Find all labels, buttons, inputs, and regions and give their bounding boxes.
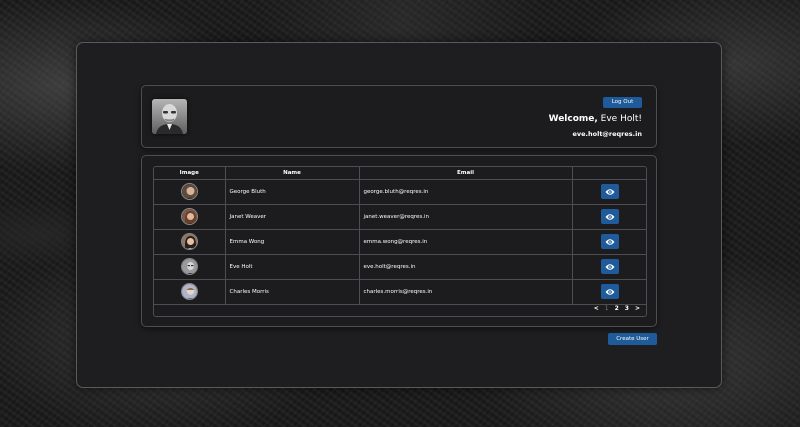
user-name: Emma Wong [225,229,360,255]
view-user-button[interactable] [601,184,620,199]
logout-button[interactable]: Log Out [603,97,642,108]
user-avatar [180,283,198,300]
eye-icon [605,238,615,245]
eye-icon [605,213,615,220]
user-email: janet.weaver@reqres.in [359,204,573,230]
user-name: Eve Holt [225,254,360,280]
column-header-actions [572,167,646,180]
welcome-message: Welcome, Eve Holt! [549,114,642,124]
user-avatar [180,258,198,275]
user-name: George Bluth [225,179,360,205]
user-email: charles.morris@reqres.in [359,279,573,305]
pagination-page-1[interactable]: 1 [605,305,609,312]
user-avatar [180,183,198,200]
eye-icon [605,188,615,195]
user-email: eve.holt@reqres.in [359,254,573,280]
view-user-button[interactable] [601,209,620,224]
users-table-wrapper: Image Name Email George Bluth george.blu… [153,166,647,317]
users-table: Image Name Email George Bluth george.blu… [154,167,646,305]
column-header-image: Image [154,167,226,180]
table-header-row: Image Name Email [154,167,646,180]
user-avatar [180,208,198,225]
table-row: George Bluth george.bluth@reqres.in [154,179,646,205]
pagination: < 1 2 3 > [594,305,640,312]
create-user-button[interactable]: Create User [608,333,657,345]
current-user-avatar [152,99,187,134]
user-email: george.bluth@reqres.in [359,179,573,205]
pagination-prev-button[interactable]: < [594,305,599,312]
view-user-button[interactable] [601,234,620,249]
column-header-email: Email [359,167,573,180]
welcome-name: Eve Holt! [597,114,642,124]
user-email: emma.wong@reqres.in [359,229,573,255]
user-avatar [180,233,198,250]
user-header-card: Log Out Welcome, Eve Holt! eve.holt@reqr… [141,85,657,148]
table-row: Eve Holt eve.holt@reqres.in [154,254,646,280]
current-user-email: eve.holt@reqres.in [572,130,642,138]
table-row: Charles Morris charles.morris@reqres.in [154,279,646,305]
table-row: Emma Wong emma.wong@reqres.in [154,229,646,255]
table-row: Janet Weaver janet.weaver@reqres.in [154,204,646,230]
eye-icon [605,288,615,295]
view-user-button[interactable] [601,259,620,274]
pagination-page-3[interactable]: 3 [625,305,629,312]
column-header-name: Name [225,167,360,180]
main-panel: Log Out Welcome, Eve Holt! eve.holt@reqr… [76,42,722,388]
users-table-card: Image Name Email George Bluth george.blu… [141,155,657,327]
view-user-button[interactable] [601,284,620,299]
user-name: Janet Weaver [225,204,360,230]
user-name: Charles Morris [225,279,360,305]
pagination-next-button[interactable]: > [635,305,640,312]
eye-icon [605,263,615,270]
pagination-page-2[interactable]: 2 [615,305,619,312]
welcome-prefix: Welcome, [548,114,598,124]
